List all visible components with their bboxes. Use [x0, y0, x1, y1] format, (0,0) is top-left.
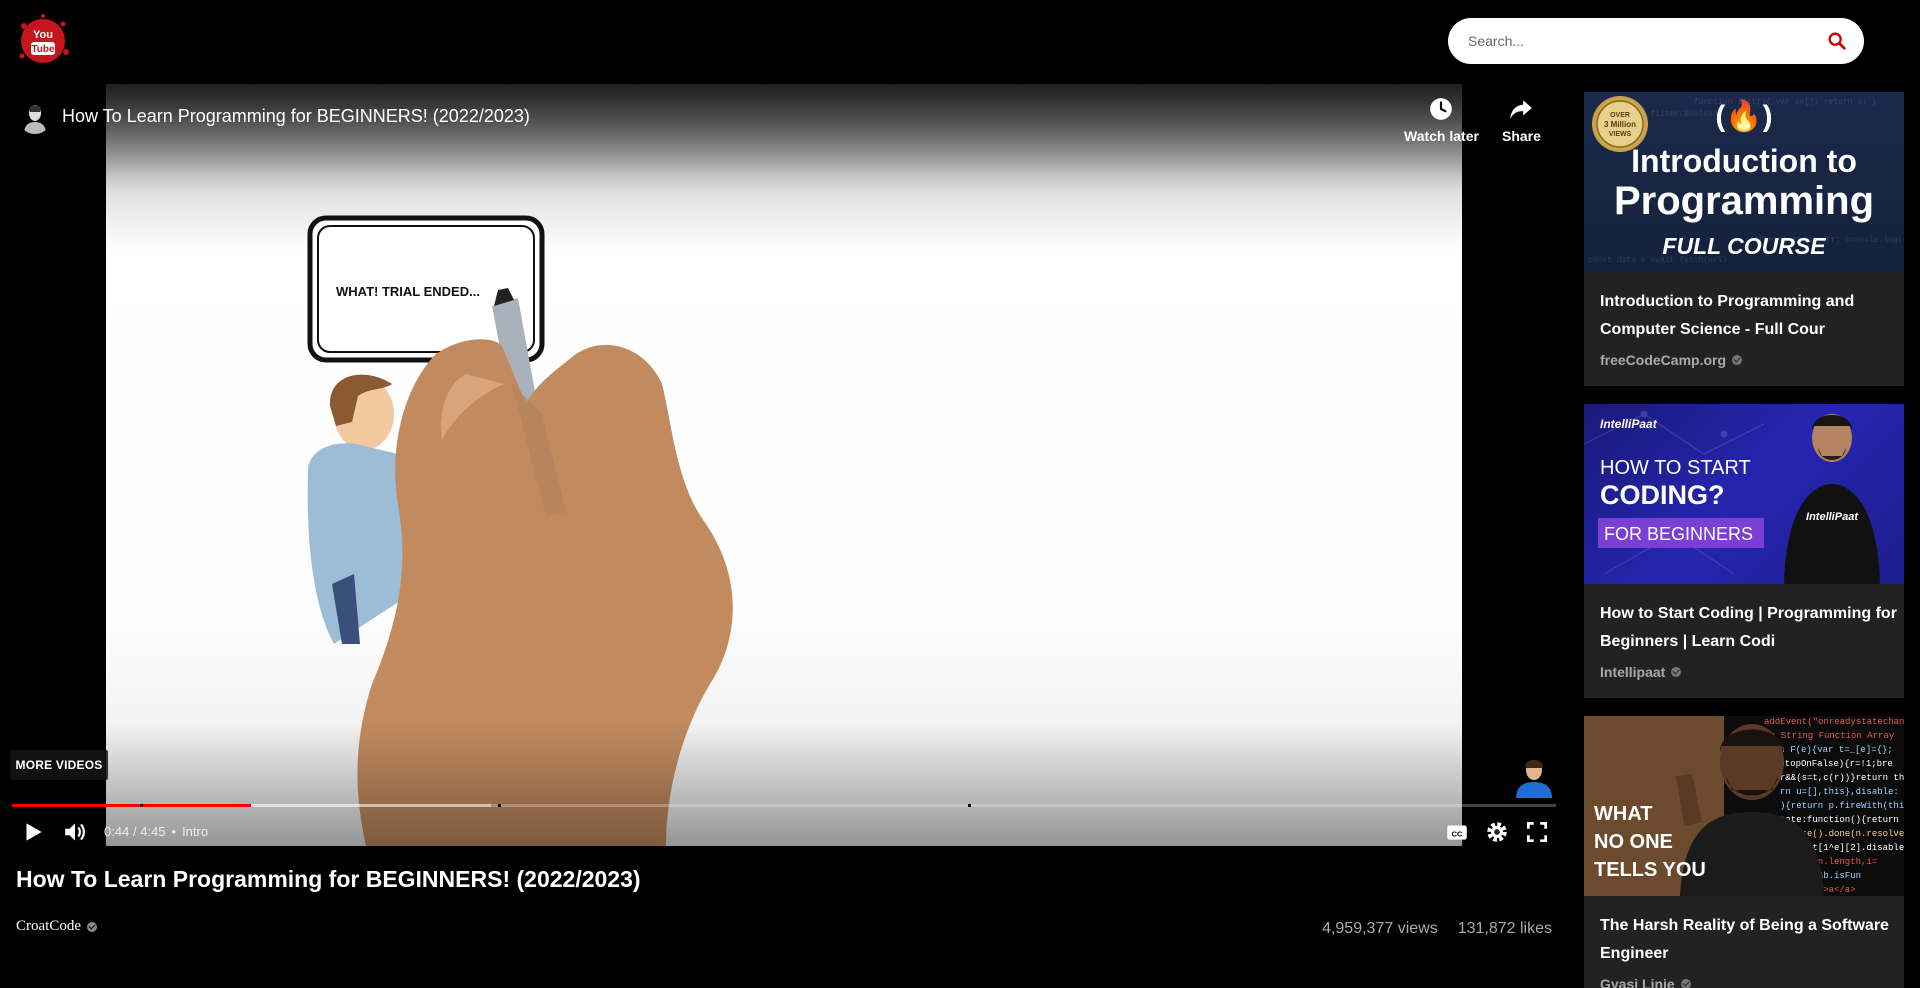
current-time: 0:44	[104, 824, 130, 839]
youtube-logo[interactable]: You Tube	[14, 12, 72, 70]
recommended-video-card[interactable]: addEvent("onreadystatechange",H); r Stri…	[1584, 716, 1904, 988]
thumbnail-art: IntelliPaat HOW TO START CODING? FOR BEG…	[1584, 410, 1880, 584]
play-icon	[26, 823, 42, 841]
like-count: 131,872 likes	[1457, 920, 1552, 937]
player-title[interactable]: How To Learn Programming for BEGINNERS! …	[62, 106, 530, 127]
channel-label[interactable]: CroatCode	[16, 918, 81, 935]
share-icon	[1510, 100, 1533, 119]
svg-text:OVER: OVER	[1610, 112, 1630, 119]
captions-icon: CC	[1447, 825, 1467, 840]
svg-text:Introduction to: Introduction to	[1631, 143, 1857, 179]
verified-icon	[1732, 355, 1743, 365]
fullscreen-button[interactable]	[1524, 814, 1550, 850]
channel-watermark[interactable]	[1512, 754, 1556, 798]
svg-text:You: You	[33, 29, 53, 41]
card-title[interactable]: The Harsh Reality of Being a Software En…	[1600, 912, 1900, 968]
clock-icon	[1430, 98, 1453, 120]
more-videos-button[interactable]: MORE VIDEOS	[10, 750, 108, 780]
chapter-marker	[967, 804, 971, 807]
svg-text:3 Million: 3 Million	[1604, 120, 1636, 129]
volume-icon	[65, 823, 85, 841]
volume-button[interactable]	[62, 814, 88, 850]
svg-text:tate:function(){return: tate:function(){return	[1780, 815, 1899, 825]
svg-text:CODING?: CODING?	[1600, 480, 1725, 510]
progress-bar[interactable]	[12, 804, 1556, 807]
separator-dot: •	[171, 824, 177, 839]
card-channel[interactable]: Gyasi Linje	[1600, 976, 1691, 988]
search-bar	[1448, 18, 1864, 64]
chapter-title[interactable]: Intro	[182, 824, 208, 839]
svg-text:FOR BEGINNERS: FOR BEGINNERS	[1604, 524, 1753, 544]
card-channel-label[interactable]: Gyasi Linje	[1600, 976, 1675, 988]
svg-text:rn u=[],this},disable:: rn u=[],this},disable:	[1780, 787, 1899, 797]
card-channel-label[interactable]: freeCodeCamp.org	[1600, 352, 1726, 368]
channel-avatar[interactable]	[18, 100, 52, 134]
svg-text:.stopOnFalse){r=!1;bre: .stopOnFalse){r=!1;bre	[1774, 759, 1893, 769]
time-separator: /	[132, 824, 137, 839]
play-button[interactable]	[20, 814, 46, 850]
svg-text:Programming: Programming	[1614, 179, 1874, 223]
search-input[interactable]	[1468, 33, 1826, 49]
card-channel-label[interactable]: Intellipaat	[1600, 664, 1665, 680]
verified-icon	[1671, 667, 1682, 677]
video-title: How To Learn Programming for BEGINNERS! …	[16, 866, 641, 892]
video-frame-illustration: WHAT! TRIAL ENDED...	[307, 215, 733, 846]
card-title[interactable]: How to Start Coding | Programming for Be…	[1600, 600, 1900, 656]
captions-button[interactable]: CC	[1444, 814, 1470, 850]
svg-text:WHAT: WHAT	[1594, 803, 1653, 825]
svg-text:NO ONE: NO ONE	[1594, 831, 1673, 853]
time-display: 0:44 / 4:45 • Intro	[104, 824, 208, 839]
svg-text:r&&(s=t,c(r))}return th: r&&(s=t,c(r))}return th	[1780, 773, 1904, 783]
thumbnail-art: function init(){ var a=[]; return a; } .…	[1588, 96, 1904, 265]
search-icon[interactable]	[1826, 30, 1848, 52]
gear-icon	[1487, 822, 1507, 842]
svg-text:Tube: Tube	[31, 44, 55, 55]
chapter-marker	[498, 804, 502, 807]
video-frame[interactable]: WHAT! TRIAL ENDED...	[106, 84, 1462, 846]
svg-text:FULL COURSE: FULL COURSE	[1662, 233, 1826, 259]
svg-text:addEvent("onreadystatechange",: addEvent("onreadystatechange",H);	[1764, 717, 1904, 727]
svg-text:){return p.fireWith(this: ){return p.fireWith(this	[1780, 801, 1904, 811]
svg-text:IntelliPaat: IntelliPaat	[1600, 417, 1658, 431]
svg-text:WHAT! TRIAL ENDED...: WHAT! TRIAL ENDED...	[336, 284, 480, 299]
settings-button[interactable]	[1484, 814, 1510, 850]
verified-icon	[1680, 979, 1691, 988]
played-bar	[12, 804, 252, 807]
view-count: 4,959,377 views	[1322, 920, 1438, 937]
card-channel[interactable]: freeCodeCamp.org	[1600, 352, 1743, 368]
svg-text:r String Function Array: r String Function Array	[1770, 731, 1895, 741]
card-channel[interactable]: Intellipaat	[1600, 664, 1682, 680]
fullscreen-icon	[1526, 821, 1548, 843]
channel-name[interactable]: CroatCode	[16, 918, 97, 935]
svg-text:IntelliPaat: IntelliPaat	[1806, 511, 1859, 523]
thumbnail-art: addEvent("onreadystatechange",H); r Stri…	[1584, 716, 1904, 896]
svg-text:on F(e){var t=_[e]={};: on F(e){var t=_[e]={};	[1774, 745, 1893, 755]
video-player[interactable]: WHAT! TRIAL ENDED... How To Learn Progra…	[0, 84, 1580, 846]
watch-later-label: Watch later	[1404, 128, 1479, 144]
watch-later-button[interactable]: Watch later	[1404, 96, 1479, 144]
svg-text:HOW TO START: HOW TO START	[1600, 457, 1751, 479]
svg-text:(🔥): (🔥)	[1715, 98, 1772, 133]
chapter-marker	[140, 804, 144, 807]
svg-text:VIEWS: VIEWS	[1609, 131, 1632, 138]
svg-text:CC: CC	[1452, 829, 1463, 838]
share-label: Share	[1502, 128, 1541, 144]
video-thumbnail[interactable]: IntelliPaat HOW TO START CODING? FOR BEG…	[1584, 404, 1904, 584]
video-thumbnail[interactable]: addEvent("onreadystatechange",H); r Stri…	[1584, 716, 1904, 896]
video-thumbnail[interactable]: function init(){ var a=[]; return a; } .…	[1584, 92, 1904, 272]
share-button[interactable]: Share	[1502, 96, 1541, 144]
card-title[interactable]: Introduction to Programming and Computer…	[1600, 288, 1900, 344]
svg-text:TELLS YOU: TELLS YOU	[1594, 859, 1706, 881]
recommended-video-card[interactable]: function init(){ var a=[]; return a; } .…	[1584, 92, 1904, 386]
video-stats: 4,959,377 views 131,872 likes	[1322, 920, 1552, 938]
recommended-video-card[interactable]: IntelliPaat HOW TO START CODING? FOR BEG…	[1584, 404, 1904, 698]
duration: 4:45	[140, 824, 166, 839]
verified-icon	[87, 921, 97, 932]
